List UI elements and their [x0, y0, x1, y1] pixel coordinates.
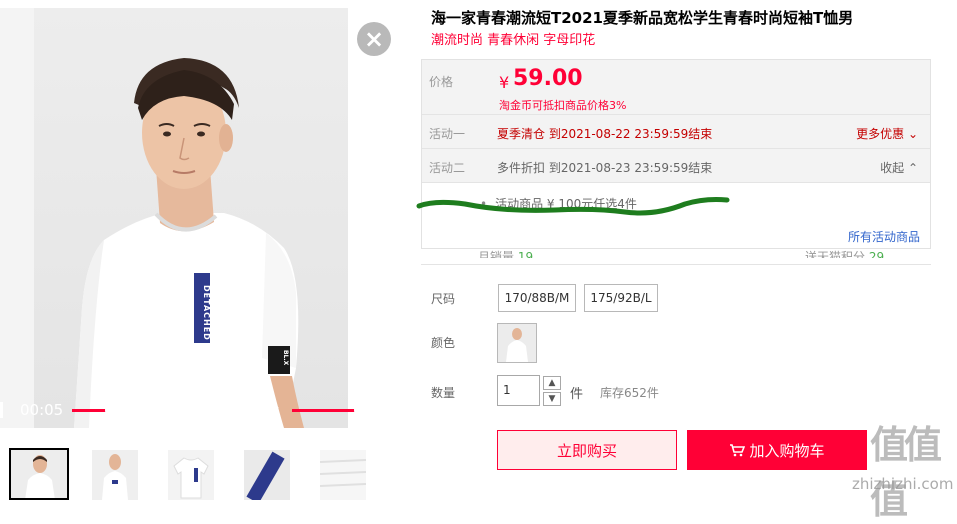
thumbnail-image — [92, 450, 138, 500]
chevron-down-icon: ⌄ — [907, 127, 918, 141]
all-activity-products-link[interactable]: 所有活动商品 — [848, 228, 920, 245]
product-video-player[interactable]: DETACHED BL.X 00:05 00:14 — [0, 8, 400, 428]
stock-count: 库存652件 — [600, 386, 659, 400]
monthly-sales-label: 月销量 — [478, 250, 515, 258]
currency-symbol: ¥ — [499, 73, 510, 92]
color-option-white[interactable] — [497, 323, 537, 363]
coin-discount-note: 淘金币可抵扣商品价格3% — [499, 99, 627, 112]
price-value: 59.00 — [513, 66, 583, 91]
prev-edge-marker — [0, 402, 3, 418]
add-to-cart-button[interactable]: 加入购物车 — [687, 430, 867, 470]
collapse-link[interactable]: 收起 ⌃ — [880, 159, 918, 176]
add-to-cart-label: 加入购物车 — [749, 441, 825, 460]
quantity-input[interactable]: 1 — [497, 375, 540, 406]
model-photo — [74, 58, 304, 428]
activity-two-row: 活动二 多件折扣 到2021-08-23 23:59:59结束 收起 ⌃ — [422, 148, 930, 182]
buy-now-label: 立即购买 — [556, 441, 617, 460]
thumbnail-4[interactable] — [244, 450, 290, 500]
thumbnail-1[interactable] — [9, 448, 69, 500]
quantity-decrease-button[interactable]: ▼ — [543, 392, 561, 406]
points-value: 29 — [868, 250, 885, 258]
activity-one-label: 活动一 — [429, 127, 466, 141]
shirt-print-text: DETACHED — [202, 285, 211, 341]
points-peek: 送天猫积分 29 — [805, 248, 884, 258]
product-title: 海一家青春潮流短T2021夏季新品宽松学生青春时尚短袖T恤男 — [431, 9, 854, 27]
monthly-sales-peek: 月销量 19 — [478, 248, 533, 258]
duration-time: 00:14 — [199, 401, 243, 419]
video-letterbox-left — [0, 8, 34, 428]
thumbnail-image — [320, 450, 366, 500]
price-label: 价格 — [429, 75, 454, 89]
points-label: 送天猫积分 — [805, 250, 866, 258]
more-offers-link[interactable]: 更多优惠 ⌄ — [856, 125, 918, 142]
video-letterbox-right — [348, 8, 400, 428]
thumbnail-image — [244, 450, 290, 500]
quantity-increase-button[interactable]: ▲ — [543, 376, 561, 390]
chevron-up-icon: ▲ — [548, 378, 556, 388]
size-option-l[interactable]: 175/92B/L — [584, 284, 658, 312]
quantity-label: 数量 — [431, 386, 456, 400]
progress-bar[interactable] — [72, 403, 187, 417]
volume-handle[interactable] — [354, 403, 368, 417]
size-label: 尺码 — [431, 292, 456, 306]
activity-two-text: 多件折扣 到2021-08-23 23:59:59结束 — [497, 161, 713, 175]
site-watermark-logo: 值值值 — [870, 423, 942, 522]
fullscreen-icon[interactable] — [375, 400, 397, 422]
collapse-label: 收起 — [880, 161, 905, 175]
volume-bar[interactable] — [292, 409, 360, 412]
thumbnail-image — [11, 450, 67, 498]
close-icon: × — [363, 25, 385, 53]
green-scribble-annotation — [416, 197, 730, 216]
more-offers-label: 更多优惠 — [856, 127, 905, 141]
cart-icon — [730, 444, 746, 457]
site-watermark-text: zhizhizhi.com — [852, 475, 954, 493]
mute-icon[interactable] — [256, 399, 280, 421]
activity-one-row: 活动一 夏季清仓 到2021-08-22 23:59:59结束 更多优惠 ⌄ — [422, 114, 930, 148]
thumbnail-5[interactable] — [320, 450, 366, 500]
video-frame[interactable]: DETACHED BL.X — [34, 8, 348, 428]
activity-two-label: 活动二 — [429, 161, 466, 175]
close-video-button[interactable]: × — [357, 22, 391, 56]
current-time: 00:05 — [20, 401, 64, 419]
size-option-m[interactable]: 170/88B/M — [498, 284, 576, 312]
thumbnail-3[interactable] — [168, 450, 214, 500]
price-panel: 价格 ¥ 59.00 淘金币可抵扣商品价格3% 活动一 夏季清仓 到2021-0… — [421, 59, 931, 249]
sleeve-print-text: BL.X — [282, 350, 289, 366]
buy-now-button[interactable]: 立即购买 — [497, 430, 677, 470]
progress-handle[interactable] — [105, 403, 120, 417]
thumbnail-strip — [0, 448, 400, 500]
quantity-unit: 件 — [570, 387, 584, 402]
chevron-down-icon: ▼ — [548, 394, 556, 404]
activity-one-text: 夏季清仓 到2021-08-22 23:59:59结束 — [497, 127, 713, 141]
monthly-sales-value: 19 — [517, 250, 534, 258]
thumbnail-2[interactable] — [92, 450, 138, 500]
color-label: 颜色 — [431, 336, 456, 350]
video-controls: 00:05 00:14 — [0, 388, 400, 428]
price-row: 价格 ¥ 59.00 淘金币可抵扣商品价格3% — [422, 60, 930, 114]
product-subtitle: 潮流时尚 青春休闲 字母印花 — [431, 33, 596, 48]
chevron-up-icon: ⌃ — [907, 161, 918, 175]
color-swatch-image — [498, 324, 536, 362]
divider — [421, 264, 931, 265]
thumbnail-image — [168, 450, 214, 500]
